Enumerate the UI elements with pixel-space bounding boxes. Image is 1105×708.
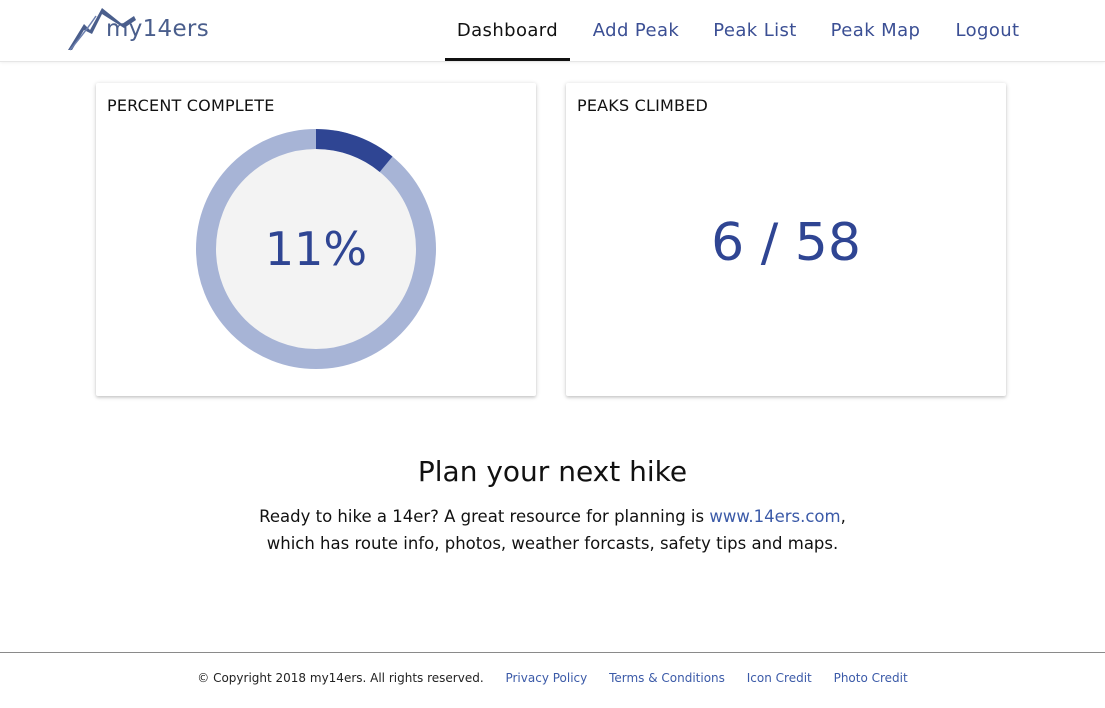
percent-complete-title: PERCENT COMPLETE bbox=[107, 96, 275, 115]
plan-text-intro: Ready to hike a 14er? A great resource f… bbox=[259, 507, 710, 526]
footer-link-icon-credit[interactable]: Icon Credit bbox=[747, 671, 812, 685]
footer-link-privacy[interactable]: Privacy Policy bbox=[505, 671, 587, 685]
plan-text-comma: , bbox=[840, 507, 846, 526]
percent-complete-card: PERCENT COMPLETE 11% bbox=[96, 83, 536, 396]
nav-tab-peak-list[interactable]: Peak List bbox=[702, 0, 808, 61]
footer-copyright: © Copyright 2018 my14ers. All rights res… bbox=[197, 671, 484, 685]
brand-logo[interactable]: my14ers bbox=[66, 2, 216, 52]
nav-tab-add-peak[interactable]: Add Peak bbox=[570, 0, 702, 61]
14ers-link[interactable]: www.14ers.com bbox=[709, 507, 840, 526]
percent-value: 11% bbox=[264, 222, 368, 276]
plan-description: Ready to hike a 14er? A great resource f… bbox=[0, 503, 1105, 557]
nav-tab-logout[interactable]: Logout bbox=[943, 0, 1032, 61]
nav-tab-dashboard[interactable]: Dashboard bbox=[445, 0, 570, 61]
footer-link-terms[interactable]: Terms & Conditions bbox=[609, 671, 725, 685]
brand-logo-text: my14ers bbox=[106, 16, 209, 42]
plan-text-line2: which has route info, photos, weather fo… bbox=[266, 534, 839, 553]
footer-link-photo-credit[interactable]: Photo Credit bbox=[834, 671, 908, 685]
plan-heading: Plan your next hike bbox=[417, 455, 688, 488]
peaks-climbed-title: PEAKS CLIMBED bbox=[577, 96, 709, 115]
top-nav-bar: my14ers Dashboard Add Peak Peak List Pea… bbox=[0, 0, 1105, 62]
progress-donut: 11% bbox=[195, 128, 437, 370]
peaks-climbed-count: 6 / 58 bbox=[711, 213, 861, 273]
footer: © Copyright 2018 my14ers. All rights res… bbox=[0, 652, 1105, 708]
main-nav: Dashboard Add Peak Peak List Peak Map Lo… bbox=[445, 0, 1032, 61]
peaks-climbed-card: PEAKS CLIMBED 6 / 58 bbox=[566, 83, 1006, 396]
nav-tab-peak-map[interactable]: Peak Map bbox=[808, 0, 943, 61]
footer-row: © Copyright 2018 my14ers. All rights res… bbox=[0, 671, 1105, 685]
